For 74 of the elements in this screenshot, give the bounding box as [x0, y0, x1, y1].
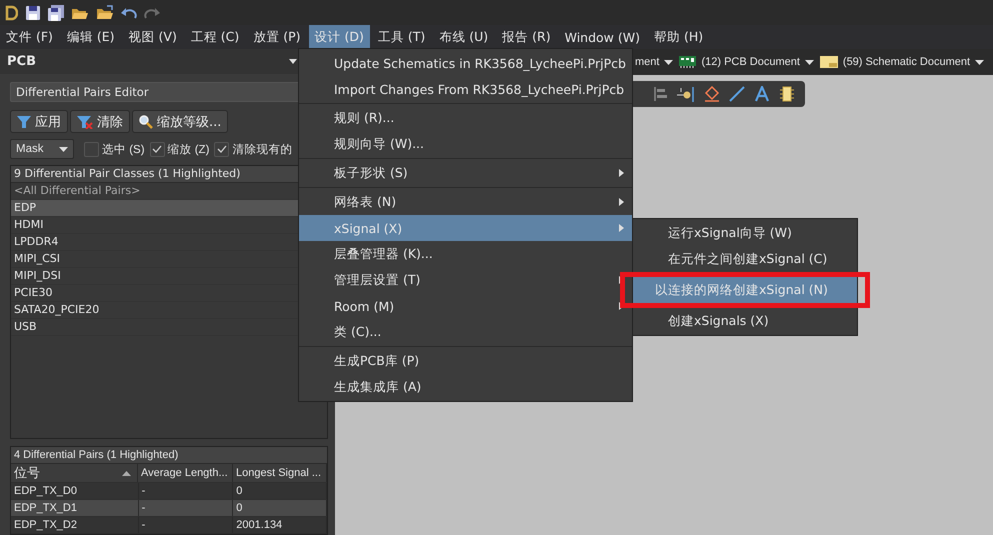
table-cell: - [138, 483, 234, 499]
menu-title[interactable]: 报告 (R) [496, 24, 557, 50]
table-row[interactable]: EDP_TX_D2 - 2001.134 [11, 517, 327, 534]
menu-title[interactable]: Window (W) [558, 26, 646, 48]
undo-icon[interactable] [121, 6, 137, 20]
mask-dropdown[interactable]: Mask [10, 139, 74, 160]
document-icon [820, 56, 838, 68]
checkbox-label: 缩放 (Z) [168, 142, 210, 157]
menu-item[interactable]: 规则 (R)... [299, 105, 632, 131]
menu-item[interactable]: 创建xSignals (X) [633, 308, 857, 334]
save-icon[interactable] [25, 4, 41, 20]
clear-filter-icon [77, 114, 93, 129]
checkmark-icon [216, 145, 227, 154]
menu-title[interactable]: 编辑 (E) [60, 24, 121, 50]
column-header[interactable]: Longest Signal ... [233, 464, 327, 482]
menu-item[interactable]: 规则向导 (W)... [299, 131, 632, 157]
circuit-board-icon [679, 56, 696, 68]
sort-arrow-icon [122, 470, 131, 476]
component-icon[interactable] [779, 86, 795, 102]
redo-icon[interactable] [144, 6, 160, 20]
filter-icon [17, 114, 31, 129]
dropdown-arrow-icon [804, 60, 814, 64]
panel-title: PCB [7, 54, 36, 70]
pin-icon[interactable] [677, 86, 695, 102]
table-cell: EDP_TX_D2 [11, 517, 139, 533]
text-icon[interactable] [754, 86, 770, 102]
table-cell: 2001.134 [233, 517, 327, 533]
checkbox-label: 清除现有的 [232, 142, 292, 157]
menu-item[interactable]: 生成PCB库 (P) [299, 348, 632, 374]
menu-title[interactable]: 放置 (P) [247, 24, 307, 50]
document-tab[interactable]: ment [635, 56, 674, 68]
table-cell: - [138, 500, 234, 516]
menu-title[interactable]: 工程 (C) [184, 24, 246, 50]
menu-item[interactable]: 在元件之间创建xSignal (C) [633, 246, 857, 272]
column-header[interactable]: Average Length... [138, 464, 233, 482]
menu-title[interactable]: 帮助 (H) [648, 24, 710, 50]
diamond-icon[interactable] [704, 86, 720, 102]
open-project-icon[interactable] [96, 4, 114, 20]
menu-item[interactable]: 生成集成库 (A) [299, 374, 632, 400]
dropdown-arrow-icon[interactable] [289, 59, 297, 64]
menu-item[interactable]: 板子形状 (S) [299, 160, 632, 186]
table-row[interactable]: EDP_TX_D0 - 0 [11, 483, 327, 500]
align-icon[interactable] [654, 87, 668, 101]
table-row[interactable]: EDP_TX_D1 - 0 [11, 500, 327, 517]
table-cell: - [138, 517, 234, 533]
dropdown-arrow-icon [975, 60, 984, 64]
column-header[interactable]: 位号 [11, 464, 138, 482]
table-cell: EDP_TX_D0 [11, 483, 139, 499]
menu-item[interactable]: Update Schematics in RK3568_LycheePi.PrjPcb [299, 50, 632, 76]
logo-icon [4, 4, 18, 20]
menu-item[interactable]: 运行xSignal向导 (W) [633, 220, 857, 246]
menu-title[interactable]: 布线 (U) [433, 24, 494, 50]
list-header: 4 Differential Pairs (1 Highlighted) [11, 447, 327, 464]
table-cell: EDP_TX_D1 [11, 500, 139, 516]
table-cell: 0 [233, 483, 327, 499]
apply-button[interactable]: 应用 [10, 110, 68, 134]
menu-title[interactable]: 文件 (F) [0, 24, 59, 50]
menu-title[interactable]: 工具 (T) [372, 24, 432, 50]
search-icon [139, 114, 153, 129]
checkbox[interactable] [214, 142, 230, 157]
zoom-button[interactable]: 缩放等级... [132, 110, 228, 134]
menu-title[interactable]: 视图 (V) [122, 24, 183, 50]
line-icon[interactable] [729, 86, 745, 102]
document-tab[interactable]: (12) PCB Document [679, 56, 814, 68]
dropdown-arrow-icon [59, 146, 68, 152]
dropdown-arrow-icon [664, 60, 674, 64]
checkbox-label: 选中 (S) [102, 142, 145, 157]
checkmark-icon [152, 145, 162, 154]
clear-button[interactable]: 清除 [70, 110, 130, 134]
save-all-icon[interactable] [48, 4, 64, 20]
table-cell: 0 [233, 500, 327, 516]
checkbox[interactable] [84, 142, 99, 157]
document-tab[interactable]: (59) Schematic Document [820, 56, 984, 68]
checkbox[interactable] [150, 142, 165, 157]
